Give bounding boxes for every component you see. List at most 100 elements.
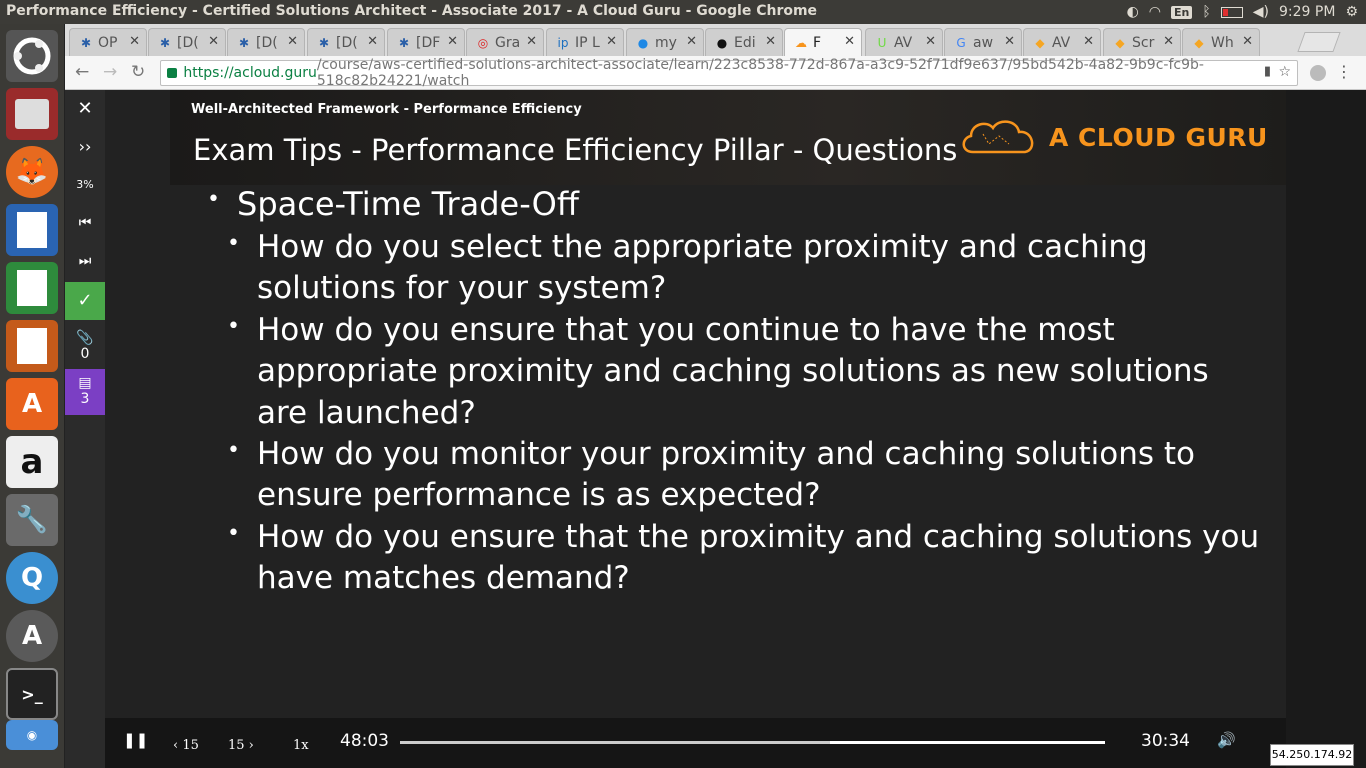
system-tray: ◐ ◠ En ᛒ ◀) 9:29 PM ⚙: [1127, 0, 1366, 24]
address-bar[interactable]: https://acloud.guru/course/aws-certified…: [160, 57, 1298, 89]
playback-speed[interactable]: 1x: [293, 738, 309, 753]
volume-icon[interactable]: ◀): [1253, 4, 1269, 20]
tab-label: Scr: [1132, 34, 1155, 51]
chat-icon[interactable]: ◐: [1127, 4, 1139, 20]
wifi-icon[interactable]: ◠: [1149, 4, 1161, 20]
comments-button[interactable]: ▤ 3: [65, 369, 105, 415]
firefox-icon[interactable]: 🦊: [6, 146, 58, 198]
tab-label: my: [655, 34, 677, 51]
tab-4[interactable]: ✱ [D(✕: [307, 28, 385, 56]
settings-gear-icon[interactable]: ⚙: [1345, 4, 1358, 20]
ip-icon: ip: [557, 35, 569, 50]
tab-2[interactable]: ✱ [D( ✕: [148, 28, 226, 56]
google-icon: G: [956, 35, 966, 50]
clock[interactable]: 9:29 PM: [1279, 4, 1335, 20]
attachments-button[interactable]: 📎 0: [65, 326, 105, 370]
bookmark-star-icon[interactable]: ☆: [1278, 64, 1291, 80]
next-lesson-icon[interactable]: ⏭: [65, 242, 105, 280]
skip-forward-button[interactable]: 15 ›: [228, 738, 254, 753]
expand-icon[interactable]: ››: [65, 128, 105, 166]
tab-1[interactable]: ✱ OP ✕: [69, 28, 147, 56]
tab-12[interactable]: Gaw ✕: [944, 28, 1022, 56]
software-center-icon[interactable]: A: [6, 378, 58, 430]
skip-forward-seconds: 15: [228, 738, 245, 753]
tab-close-icon[interactable]: ✕: [367, 34, 378, 49]
url-host: https://acloud.guru: [183, 65, 317, 81]
chrome-menu-icon[interactable]: ⋮: [1336, 62, 1352, 81]
tab-close-icon[interactable]: ✕: [765, 34, 776, 49]
tab-close-icon[interactable]: ✕: [686, 34, 697, 49]
course-progress: 3%: [76, 178, 94, 191]
tab-13[interactable]: ◆ AV ✕: [1023, 28, 1101, 56]
tab-5[interactable]: ✱ [DF ✕: [387, 28, 465, 56]
updater-icon[interactable]: A: [6, 610, 58, 662]
seek-bar[interactable]: [400, 741, 1105, 744]
chat-app-icon[interactable]: Q: [6, 552, 58, 604]
tab-close-icon[interactable]: ✕: [526, 34, 537, 49]
pause-icon[interactable]: ❚❚: [123, 731, 148, 749]
forward-icon[interactable]: →: [103, 62, 117, 82]
player-controls: ❚❚ ‹ 15 15 › 1x 48:03 30:34 🔊: [105, 718, 1286, 768]
tab-close-icon[interactable]: ✕: [447, 34, 458, 49]
new-tab-button[interactable]: [1297, 32, 1341, 52]
system-top-bar: Performance Efficiency - Certified Solut…: [0, 0, 1366, 24]
bluetooth-icon[interactable]: ᛒ: [1202, 4, 1210, 20]
tab-label: F: [813, 34, 822, 51]
tab-6[interactable]: ◎ Gra ✕: [466, 28, 544, 56]
unity-launcher: 🦊 A a 🔧 Q A >_ ◉: [0, 24, 65, 768]
tab-close-icon[interactable]: ✕: [844, 34, 855, 49]
keyboard-layout[interactable]: En: [1171, 5, 1193, 19]
workbench-icon[interactable]: ◉: [6, 720, 58, 750]
extension-icon[interactable]: [1310, 65, 1326, 81]
volume-icon[interactable]: 🔊: [1217, 731, 1236, 749]
tab-9[interactable]: ● Edi ✕: [705, 28, 783, 56]
back-icon[interactable]: ←: [75, 62, 89, 82]
tab-3[interactable]: ✱ [D(✕: [227, 28, 305, 56]
battery-icon[interactable]: [1220, 6, 1243, 18]
file-manager-icon[interactable]: [6, 88, 58, 140]
tab-close-icon[interactable]: ✕: [287, 34, 298, 49]
ubuntu-dash-icon[interactable]: [6, 30, 58, 82]
ip-overlay: 54.250.174.92: [1270, 744, 1354, 766]
tab-close-icon[interactable]: ✕: [1163, 34, 1174, 49]
close-icon[interactable]: ✕: [65, 90, 105, 128]
writer-icon[interactable]: [6, 204, 58, 256]
tab-close-icon[interactable]: ✕: [129, 34, 140, 49]
video-player[interactable]: Well-Architected Framework - Performance…: [105, 90, 1286, 718]
tab-14[interactable]: ◆ Scr ✕: [1103, 28, 1181, 56]
amazon-icon[interactable]: a: [6, 436, 58, 488]
window-title: Performance Efficiency - Certified Solut…: [6, 3, 818, 19]
tab-strip: ✱ OP ✕ ✱ [D(✕ ✱ [D(✕ ✱ [D(✕ ✱ [DF ✕ ◎ Gra ✕ ip IP L ✕ ● my ✕…: [65, 24, 1366, 56]
tab-close-icon[interactable]: ✕: [208, 34, 219, 49]
tab-close-icon[interactable]: ✕: [606, 34, 617, 49]
aws-icon: ◆: [1194, 35, 1204, 50]
aws-icon: ◆: [1115, 35, 1125, 50]
tool-icon: ✱: [159, 35, 171, 50]
page-action-icon[interactable]: ▮: [1264, 64, 1271, 79]
tab-close-icon[interactable]: ✕: [1004, 34, 1015, 49]
impress-icon[interactable]: [6, 320, 58, 372]
tab-7[interactable]: ip IP L ✕: [546, 28, 624, 56]
previous-lesson-icon[interactable]: ⏮: [65, 204, 105, 242]
terminal-icon[interactable]: >_: [6, 668, 58, 720]
tab-close-icon[interactable]: ✕: [1242, 34, 1253, 49]
reload-icon[interactable]: ↻: [131, 62, 145, 82]
bullet-line: ensure performance is as expected?: [257, 477, 821, 514]
elapsed-time: 48:03: [340, 731, 389, 751]
bullet-line: solutions for your system?: [257, 270, 667, 307]
tool-icon: ✱: [398, 35, 410, 50]
mark-complete-button[interactable]: ✓: [65, 282, 105, 320]
system-settings-icon[interactable]: 🔧: [6, 494, 58, 546]
tab-10[interactable]: ☁ F ✕: [784, 28, 862, 56]
tab-15[interactable]: ◆ Wh ✕: [1182, 28, 1260, 56]
tab-8[interactable]: ● my ✕: [626, 28, 704, 56]
browser-toolbar: ← → ↻ https://acloud.guru/course/aws-cer…: [65, 56, 1366, 90]
tab-close-icon[interactable]: ✕: [925, 34, 936, 49]
tab-label: [D(: [177, 34, 199, 51]
tool-icon: ✱: [238, 35, 250, 50]
calc-icon[interactable]: [6, 262, 58, 314]
skip-back-button[interactable]: ‹ 15: [173, 738, 199, 753]
tab-11[interactable]: U AV ✕: [865, 28, 943, 56]
tool-icon: ✱: [80, 35, 92, 50]
tab-close-icon[interactable]: ✕: [1083, 34, 1094, 49]
